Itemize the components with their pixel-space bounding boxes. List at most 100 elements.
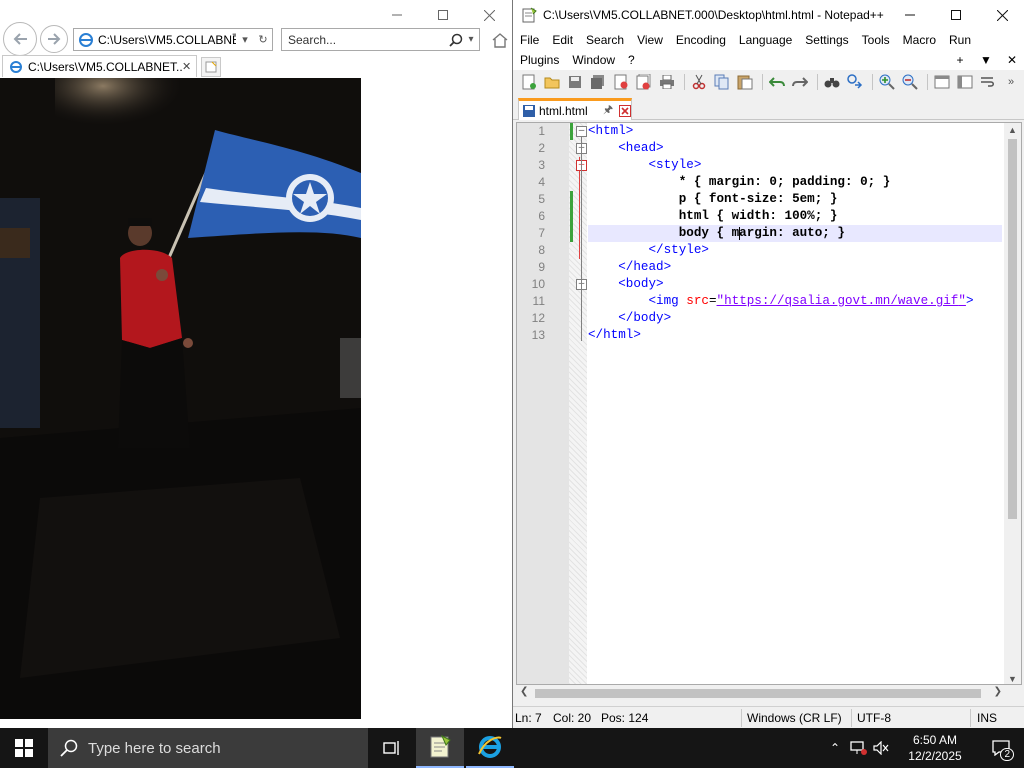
undo-button[interactable]: [767, 73, 787, 91]
back-button[interactable]: [3, 22, 37, 56]
taskbar-notepadpp[interactable]: [416, 728, 464, 768]
search-icon[interactable]: [449, 33, 463, 47]
show-hidden-icons-chevron-icon[interactable]: ⌃: [824, 741, 846, 755]
minimize-button[interactable]: [374, 0, 420, 30]
npp-maximize-button[interactable]: [933, 0, 979, 30]
menu-view[interactable]: View: [637, 33, 663, 47]
start-button[interactable]: [0, 728, 48, 768]
menu-macro[interactable]: Macro: [903, 33, 936, 47]
npp-minimize-button[interactable]: [887, 0, 933, 30]
ie-tab[interactable]: C:\Users\VM5.COLLABNET.... ✕: [2, 55, 197, 77]
flag-waving-photo: [0, 78, 361, 719]
menu-language[interactable]: Language: [739, 33, 792, 47]
menu-edit[interactable]: Edit: [552, 33, 573, 47]
windows-taskbar: Type here to search ⌃ 6:50 AM 12/2/2025 …: [0, 728, 1024, 768]
task-view-button[interactable]: [368, 728, 416, 768]
menu-search[interactable]: Search: [586, 33, 624, 47]
horizontal-scrollbar[interactable]: ❮ ❯: [516, 685, 1005, 702]
menu-run[interactable]: Run: [949, 33, 971, 47]
save-all-button[interactable]: [588, 73, 608, 91]
paste-button[interactable]: [735, 73, 755, 91]
redo-button[interactable]: [790, 73, 810, 91]
search-box[interactable]: Search... ▾: [281, 28, 480, 51]
save-button[interactable]: [565, 73, 585, 91]
status-encoding[interactable]: UTF-8: [857, 711, 891, 725]
current-code-line: body { margin: auto; }: [588, 225, 1002, 242]
taskbar-internet-explorer[interactable]: [466, 728, 514, 768]
menu-plugins[interactable]: Plugins: [520, 53, 559, 67]
zoom-in-button[interactable]: [877, 73, 897, 91]
scroll-right-icon[interactable]: ❯: [994, 686, 1002, 697]
fold-toggle-icon[interactable]: –: [576, 126, 587, 137]
horizontal-scroll-thumb[interactable]: [535, 689, 981, 698]
home-button[interactable]: [489, 29, 511, 51]
address-url[interactable]: C:\Users\VM5.COLLABNE̅T: [98, 33, 236, 47]
word-wrap-button[interactable]: [978, 73, 998, 91]
toolbar-separator: [817, 74, 818, 90]
forward-button[interactable]: [40, 25, 68, 53]
img-src-url[interactable]: https://qsalia.govt.mn/wave.gif: [724, 294, 958, 308]
taskbar-clock[interactable]: 6:50 AM 12/2/2025: [892, 732, 978, 764]
zoom-out-button[interactable]: [900, 73, 920, 91]
code-line: <html>: [588, 124, 634, 138]
network-icon[interactable]: [846, 741, 870, 755]
scroll-up-icon[interactable]: ▲: [1008, 125, 1017, 135]
tab-list-down-icon[interactable]: ▼: [973, 53, 999, 67]
menu-window[interactable]: Window: [572, 53, 615, 67]
menu-tools[interactable]: Tools: [862, 33, 890, 47]
code-line: <head>: [618, 141, 664, 155]
find-button[interactable]: [822, 73, 842, 91]
word-wrap-icon: [981, 77, 994, 87]
tab-close-icon[interactable]: ✕: [182, 60, 196, 73]
address-bar[interactable]: C:\Users\VM5.COLLABNE̅T ▾ ↻: [73, 28, 273, 51]
volume-icon[interactable]: [870, 741, 892, 755]
change-marker-saved: [570, 191, 573, 242]
close-all-button[interactable]: [634, 73, 654, 91]
new-document-plus-icon[interactable]: +: [947, 53, 973, 67]
menu-help[interactable]: ?: [628, 53, 635, 67]
dropdown-icon[interactable]: ▾: [236, 33, 254, 46]
code-editor[interactable]: 1 2 3 4 5 6 7 8 9 10 11 12 13 – – – – <h…: [516, 122, 1022, 685]
copy-button[interactable]: [712, 73, 732, 91]
maximize-button[interactable]: [420, 0, 466, 30]
close-file-button[interactable]: [611, 73, 631, 91]
tab-close-icon[interactable]: [619, 104, 631, 117]
cut-button[interactable]: [689, 73, 709, 91]
scroll-down-icon[interactable]: ▼: [1008, 674, 1017, 684]
status-eol[interactable]: Windows (CR LF): [747, 711, 842, 725]
open-file-button[interactable]: [542, 73, 562, 91]
close-button[interactable]: [466, 0, 512, 30]
menu-settings[interactable]: Settings: [805, 33, 848, 47]
toolbar-overflow-button[interactable]: »: [1001, 73, 1021, 91]
close-document-icon[interactable]: ✕: [999, 53, 1024, 67]
vertical-scroll-thumb[interactable]: [1008, 139, 1017, 519]
vertical-scrollbar[interactable]: ▲ ▼: [1004, 123, 1021, 684]
status-column: Col: 20: [553, 711, 592, 725]
print-button[interactable]: [657, 73, 677, 91]
code-area[interactable]: <html> <head> <style> * { margin: 0; pad…: [588, 123, 1002, 684]
taskbar-search-placeholder[interactable]: Type here to search: [88, 740, 221, 757]
new-tab-button[interactable]: [201, 57, 221, 77]
search-input[interactable]: Search...: [288, 33, 449, 47]
menu-encoding[interactable]: Encoding: [676, 33, 726, 47]
close-icon: [996, 9, 1008, 21]
action-center-button[interactable]: 2: [978, 728, 1024, 768]
replace-button[interactable]: [845, 73, 865, 91]
sync-vertical-button[interactable]: [932, 73, 952, 91]
npp-close-button[interactable]: [979, 0, 1024, 30]
sync-horizontal-button[interactable]: [955, 73, 975, 91]
pin-icon[interactable]: 🖈: [603, 101, 619, 120]
css-rule-p: p { font-size: 5em; }: [678, 192, 838, 206]
minimize-icon: [905, 14, 915, 16]
menu-file[interactable]: File: [520, 33, 539, 47]
status-insert-mode[interactable]: INS: [977, 711, 997, 725]
npp-tab-html[interactable]: html.html 🖈: [518, 98, 632, 120]
refresh-icon[interactable]: ↻: [254, 33, 272, 46]
cut-icon: [692, 74, 706, 90]
taskbar-search-box[interactable]: Type here to search: [48, 728, 368, 768]
search-icon: [60, 739, 78, 757]
search-dropdown-icon[interactable]: ▾: [463, 34, 479, 45]
text-caret: [739, 227, 740, 240]
scroll-left-icon[interactable]: ❮: [520, 686, 528, 697]
new-file-button[interactable]: [519, 73, 539, 91]
